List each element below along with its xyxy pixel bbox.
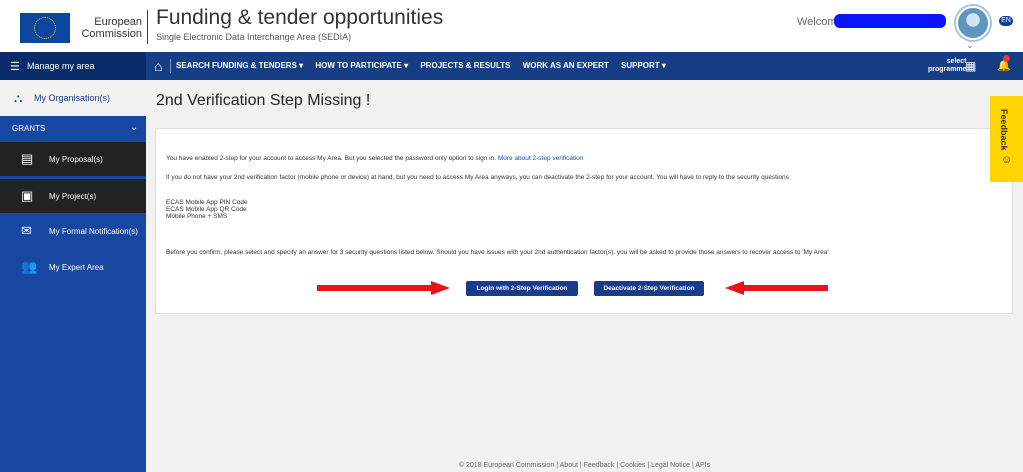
sidebar-item-label: My Expert Area xyxy=(49,263,104,272)
expert-icon: 👥 xyxy=(21,259,38,274)
sidebar-item-label: My Formal Notification(s) xyxy=(49,227,138,236)
logo-text-line1: European xyxy=(94,16,142,28)
nav-menu: SEARCH FUNDING & TENDERS ▾ HOW TO PARTIC… xyxy=(176,61,676,70)
nav-item-how-to-participate[interactable]: HOW TO PARTICIPATE ▾ xyxy=(315,61,408,70)
method-item: ECAS Mobile App QR Code xyxy=(166,206,247,213)
eu-flag-icon xyxy=(20,13,70,43)
nav-item-projects-results[interactable]: PROJECTS & RESULTS xyxy=(420,61,510,70)
sidebar-item-formal-notifications[interactable]: ✉ My Formal Notification(s) xyxy=(0,214,146,248)
logo-divider xyxy=(147,10,148,44)
main-content: 2nd Verification Step Missing ! You have… xyxy=(146,80,1023,472)
european-commission-logo[interactable]: European Commission xyxy=(20,6,146,46)
info-paragraph-3: Before you confirm, please select and sp… xyxy=(166,249,829,256)
sidebar-item-proposals[interactable]: ▤ My Proposal(s) xyxy=(0,142,146,176)
site-title[interactable]: Funding & tender opportunities xyxy=(156,6,443,30)
login-2step-button[interactable]: Login with 2-Step Verification xyxy=(466,281,578,296)
right-arrow-annotation xyxy=(725,281,828,295)
language-chip[interactable]: EN xyxy=(999,16,1013,26)
feedback-icon: ☺ xyxy=(1001,154,1013,166)
sidebar: ⛬ My Organisation(s) GRANTS ⌄ ▤ My Propo… xyxy=(0,80,146,472)
sidebar-item-label: My Project(s) xyxy=(49,192,97,201)
sidebar-item-projects[interactable]: ▣ My Project(s) xyxy=(0,179,146,213)
chevron-down-icon: ⌄ xyxy=(130,122,139,133)
logo-text-line2: Commission xyxy=(81,28,142,40)
info-paragraph-2: If you do not have your 2nd verification… xyxy=(166,174,789,181)
site-subtitle: Single Electronic Data Interchange Area … xyxy=(156,32,352,42)
apps-grid-icon[interactable]: ▦ xyxy=(965,59,976,73)
chevron-down-icon[interactable]: ⌄ xyxy=(966,40,974,51)
manage-my-area-label: Manage my area xyxy=(27,61,95,71)
project-icon: ▣ xyxy=(21,188,34,203)
deactivate-2step-button[interactable]: Deactivate 2-Step Verification xyxy=(594,281,704,296)
nav-divider xyxy=(170,59,171,73)
feedback-tab[interactable]: Feedback ☺ xyxy=(990,96,1023,182)
sidebar-section-label: GRANTS xyxy=(12,124,46,133)
nav-item-search-funding[interactable]: SEARCH FUNDING & TENDERS ▾ xyxy=(176,61,303,70)
page-footer: © 2018 European Commission | About | Fee… xyxy=(458,462,711,469)
feedback-label: Feedback xyxy=(999,109,1009,151)
organisation-icon: ⛬ xyxy=(14,91,23,105)
method-item: Mobile Phone + SMS xyxy=(166,213,228,220)
left-arrow-annotation xyxy=(317,281,450,295)
proposal-icon: ▤ xyxy=(21,151,34,166)
info-paragraph-1: You have enabled 2-step for your account… xyxy=(166,155,584,162)
select-programme-button[interactable]: select programme xyxy=(928,58,967,74)
manage-my-area-toggle[interactable]: ☰ Manage my area xyxy=(0,52,146,80)
user-avatar[interactable] xyxy=(956,6,990,40)
sidebar-item-label: My Organisation(s) xyxy=(34,93,111,103)
sidebar-item-label: My Proposal(s) xyxy=(49,155,103,164)
more-about-2step-link[interactable]: More about 2-step verification xyxy=(498,155,584,162)
page-title: 2nd Verification Step Missing ! xyxy=(156,92,371,109)
sidebar-item-organisations[interactable]: ⛬ My Organisation(s) xyxy=(0,80,146,116)
verification-card: You have enabled 2-step for your account… xyxy=(155,128,1013,314)
main-navbar: ☰ Manage my area ⌂ SEARCH FUNDING & TEND… xyxy=(0,52,1023,80)
home-icon[interactable]: ⌂ xyxy=(154,58,162,74)
site-header: European Commission Funding & tender opp… xyxy=(0,0,1023,52)
nav-item-support[interactable]: SUPPORT ▾ xyxy=(621,61,666,70)
redacted-username xyxy=(834,14,946,28)
sidebar-item-expert-area[interactable]: 👥 My Expert Area xyxy=(0,250,146,284)
hamburger-icon: ☰ xyxy=(10,61,20,73)
sidebar-section-grants[interactable]: GRANTS ⌄ xyxy=(0,118,146,138)
method-item: ECAS Mobile App PIN Code xyxy=(166,199,248,206)
notification-icon: ✉ xyxy=(21,223,32,238)
nav-item-work-as-expert[interactable]: WORK AS AN EXPERT xyxy=(523,61,609,70)
notification-badge xyxy=(1003,55,1010,62)
